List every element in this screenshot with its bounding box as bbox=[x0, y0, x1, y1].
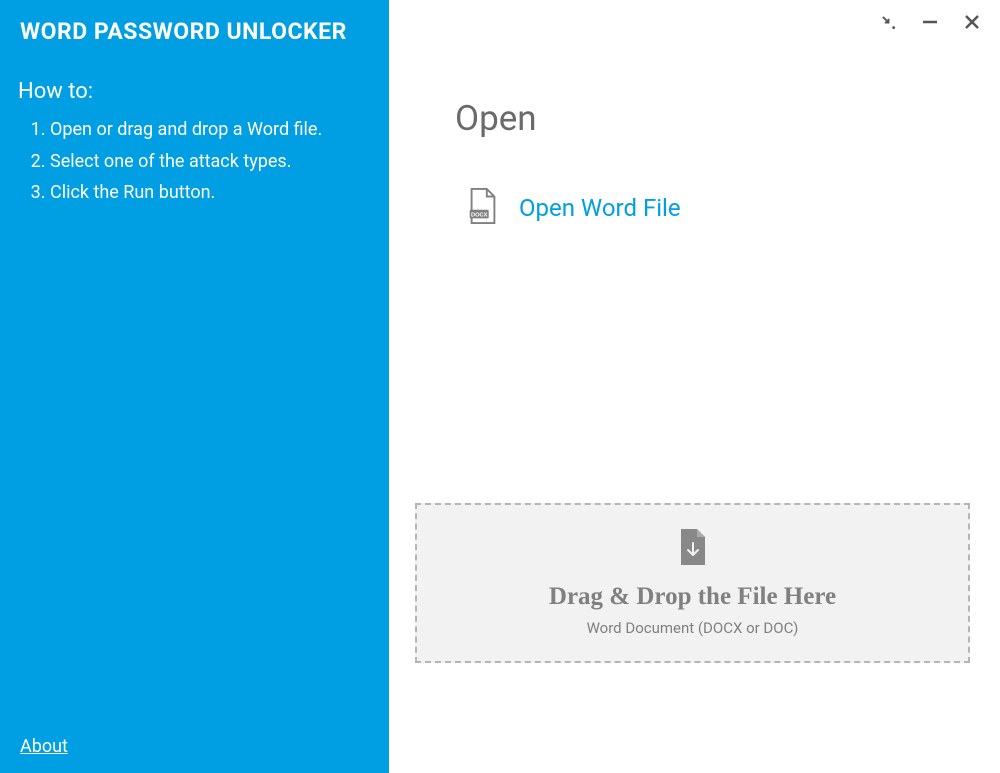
main-panel: Open DOCX Open Word File bbox=[389, 0, 1000, 773]
dropzone[interactable]: Drag & Drop the File Here Word Document … bbox=[415, 503, 970, 663]
howto-step: Select one of the attack types. bbox=[50, 146, 369, 178]
minimize-icon[interactable] bbox=[920, 12, 940, 32]
window-controls bbox=[878, 12, 982, 32]
collapse-icon[interactable] bbox=[878, 12, 898, 32]
open-heading: Open bbox=[455, 98, 934, 139]
dropzone-title: Drag & Drop the File Here bbox=[549, 583, 836, 611]
howto-step: Click the Run button. bbox=[50, 177, 369, 209]
dropzone-subtitle: Word Document (DOCX or DOC) bbox=[587, 619, 799, 637]
sidebar: WORD PASSWORD UNLOCKER How to: Open or d… bbox=[0, 0, 389, 773]
howto-list: Open or drag and drop a Word file. Selec… bbox=[20, 114, 369, 209]
open-file-button[interactable]: DOCX Open Word File bbox=[467, 187, 934, 229]
close-icon[interactable] bbox=[962, 12, 982, 32]
howto-title: How to: bbox=[18, 79, 369, 104]
app-title: WORD PASSWORD UNLOCKER bbox=[20, 18, 369, 45]
howto-step: Open or drag and drop a Word file. bbox=[50, 114, 369, 146]
content-area: Open DOCX Open Word File bbox=[389, 0, 1000, 259]
svg-text:DOCX: DOCX bbox=[471, 212, 488, 218]
about-link[interactable]: About bbox=[20, 736, 68, 757]
file-download-icon bbox=[679, 529, 707, 575]
document-icon: DOCX bbox=[467, 187, 499, 229]
open-file-label: Open Word File bbox=[519, 194, 681, 222]
